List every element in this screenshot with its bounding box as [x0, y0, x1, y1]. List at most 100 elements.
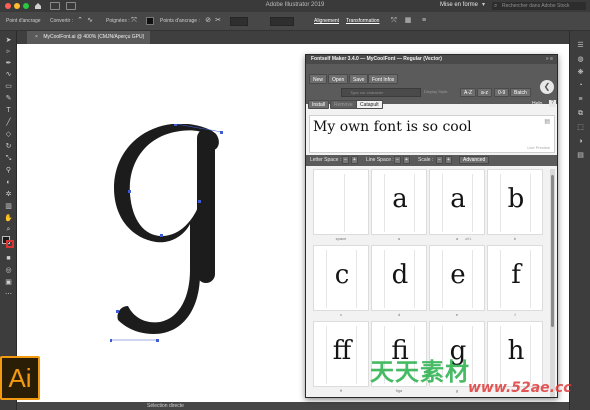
rotate-tool-icon[interactable]: ↻ [4, 143, 13, 151]
remove-tab[interactable]: Remove [330, 100, 357, 109]
isolate-icon[interactable]: ⤲ [390, 17, 398, 25]
batch-button[interactable]: Batch [510, 88, 531, 97]
glyph-cell-a[interactable]: a a [371, 169, 427, 244]
zoom-tool-icon[interactable]: ⌕ [4, 226, 13, 234]
panel-title-bar[interactable]: Fontself Maker 3.4.0 — MyCoolFont — Regu… [306, 55, 557, 64]
glyph-tile[interactable]: a [429, 169, 485, 235]
case-digits-button[interactable]: 0-9 [494, 88, 510, 97]
swatches-icon[interactable]: ❋ [576, 68, 585, 77]
glyph-cell-space[interactable]: space [313, 169, 369, 244]
hand-tool-icon[interactable]: ✋ [4, 215, 13, 223]
close-tab-icon[interactable]: × [35, 34, 38, 40]
screen-mode-icon[interactable]: ▣ [4, 279, 13, 287]
cut-path-icon[interactable]: ✂ [214, 17, 222, 25]
type-tool-icon[interactable]: T [4, 107, 13, 115]
glyph-tile[interactable]: ﬀ [313, 321, 369, 387]
blend-tool-icon[interactable]: ◐ [4, 179, 13, 187]
grid-view-icon[interactable]: ▦ [404, 17, 412, 25]
selection-tool-icon[interactable]: ➤ [4, 37, 13, 45]
appearance-icon[interactable]: ◔ [576, 81, 585, 90]
line-tool-icon[interactable]: ╱ [4, 119, 13, 127]
panel-menu-icon[interactable]: ≡ [420, 17, 428, 25]
more-tools-icon[interactable]: ⋯ [4, 291, 13, 299]
glyph-cell-a-alt[interactable]: a a alt1 [429, 169, 485, 244]
glyph-cell-f[interactable]: f f [487, 245, 543, 320]
search-icon: ⌕ [494, 3, 498, 9]
layers-icon[interactable]: ⧉ [576, 109, 585, 118]
catapult-tab[interactable]: Catapult [356, 100, 383, 109]
glyph-cell-c[interactable]: c c [313, 245, 369, 320]
glyph-tile[interactable]: e [429, 245, 485, 311]
glyph-cell-b[interactable]: b b [487, 169, 543, 244]
show-handles-icon[interactable]: ⤧ [130, 17, 138, 25]
eraser-tool-icon[interactable]: ◇ [4, 131, 13, 139]
new-button[interactable]: New [309, 74, 328, 84]
glyph-tile[interactable]: b [487, 169, 543, 235]
line-space-decrease[interactable]: − [394, 156, 401, 164]
glyph-tile[interactable]: c [313, 245, 369, 311]
character-search-input[interactable]: Type our character [341, 88, 421, 97]
letter-space-decrease[interactable]: − [342, 156, 349, 164]
color-mode-icon[interactable]: ■ [4, 255, 13, 263]
direct-selection-tool-icon[interactable]: ▹ [4, 48, 13, 56]
scale-decrease[interactable]: − [436, 156, 443, 164]
case-upper-button[interactable]: A-Z [460, 88, 477, 97]
glyph-tile[interactable]: a [371, 169, 427, 235]
letter-space-increase[interactable]: + [351, 156, 358, 164]
panel-back-arrow-icon[interactable]: ❮ [540, 80, 554, 94]
eyedropper-tool-icon[interactable]: ⚲ [4, 167, 13, 175]
pathfinder-icon[interactable]: ⬚ [576, 123, 585, 132]
transform-link[interactable]: Transformation [346, 18, 379, 24]
open-button[interactable]: Open [328, 74, 349, 84]
fill-stroke-swatches[interactable] [2, 236, 15, 249]
help-icon[interactable]: ? [549, 100, 556, 107]
glyph-tile[interactable]: d [371, 245, 427, 311]
glyph-tile[interactable]: h [487, 321, 543, 387]
advanced-button[interactable]: Advanced [459, 156, 490, 164]
x-field[interactable] [230, 17, 248, 26]
pen-tool-icon[interactable]: ✒ [4, 60, 13, 68]
glyph-cell-ff[interactable]: ﬀ ff [313, 321, 369, 396]
properties-icon[interactable]: ☰ [576, 41, 585, 50]
glyph-grid-scrollbar[interactable] [550, 169, 555, 397]
curvature-tool-icon[interactable]: ∿ [4, 71, 13, 79]
line-space-increase[interactable]: + [403, 156, 410, 164]
draw-mode-icon[interactable]: ◎ [4, 267, 13, 275]
graph-tool-icon[interactable]: ▥ [4, 203, 13, 211]
stroke-icon[interactable]: ≡ [576, 95, 585, 104]
document-tab[interactable]: × MyCoolFont.ai @ 400% (CMJN/Aperçu GPU) [27, 31, 151, 44]
scrollbar-thumb[interactable] [551, 175, 554, 327]
color-icon[interactable]: ◍ [576, 55, 585, 64]
remove-anchor-icon[interactable]: ⊘ [204, 17, 212, 25]
selected-glyph-path[interactable] [110, 124, 230, 346]
font-infos-button[interactable]: Font Infos [368, 74, 399, 84]
artboards-icon[interactable]: ▤ [576, 151, 585, 160]
workspace-switcher[interactable]: Mise en forme [440, 2, 478, 8]
stock-search-input[interactable]: ⌕ Rechercher dans Adobe Stock [492, 2, 586, 10]
rectangle-tool-icon[interactable]: ▭ [4, 83, 13, 91]
panel-menu-icon[interactable]: » ≡ [546, 56, 553, 62]
stroke-swatch-tool[interactable] [6, 240, 14, 248]
chevron-down-icon[interactable]: ▾ [482, 1, 485, 8]
glyph-tile[interactable]: f [487, 245, 543, 311]
glyph-cell-e[interactable]: e e [429, 245, 485, 320]
paintbrush-tool-icon[interactable]: ✎ [4, 95, 13, 103]
case-lower-button[interactable]: a-z [477, 88, 492, 97]
help-link[interactable]: Help [532, 101, 542, 107]
scale-increase[interactable]: + [445, 156, 452, 164]
glyph-tile[interactable] [313, 169, 369, 235]
live-preview-box[interactable]: My own font is so cool ▤ Live Preview [309, 115, 555, 153]
preview-options-icon[interactable]: ▤ [544, 118, 550, 125]
preview-text[interactable]: My own font is so cool [313, 119, 472, 135]
align-link[interactable]: Alignement [314, 18, 339, 24]
y-field[interactable] [270, 17, 294, 26]
scale-tool-icon[interactable]: ⤡ [4, 155, 13, 163]
glyph-cell-d[interactable]: d d [371, 245, 427, 320]
install-tab[interactable]: Install [308, 100, 330, 109]
convert-corner-icon[interactable]: ⌃ [76, 17, 84, 25]
symbol-sprayer-tool-icon[interactable]: ✲ [4, 191, 13, 199]
save-button[interactable]: Save [349, 74, 369, 84]
convert-smooth-icon[interactable]: ∿ [86, 17, 94, 25]
stroke-swatch[interactable] [146, 17, 154, 25]
transparency-icon[interactable]: ◑ [576, 137, 585, 146]
